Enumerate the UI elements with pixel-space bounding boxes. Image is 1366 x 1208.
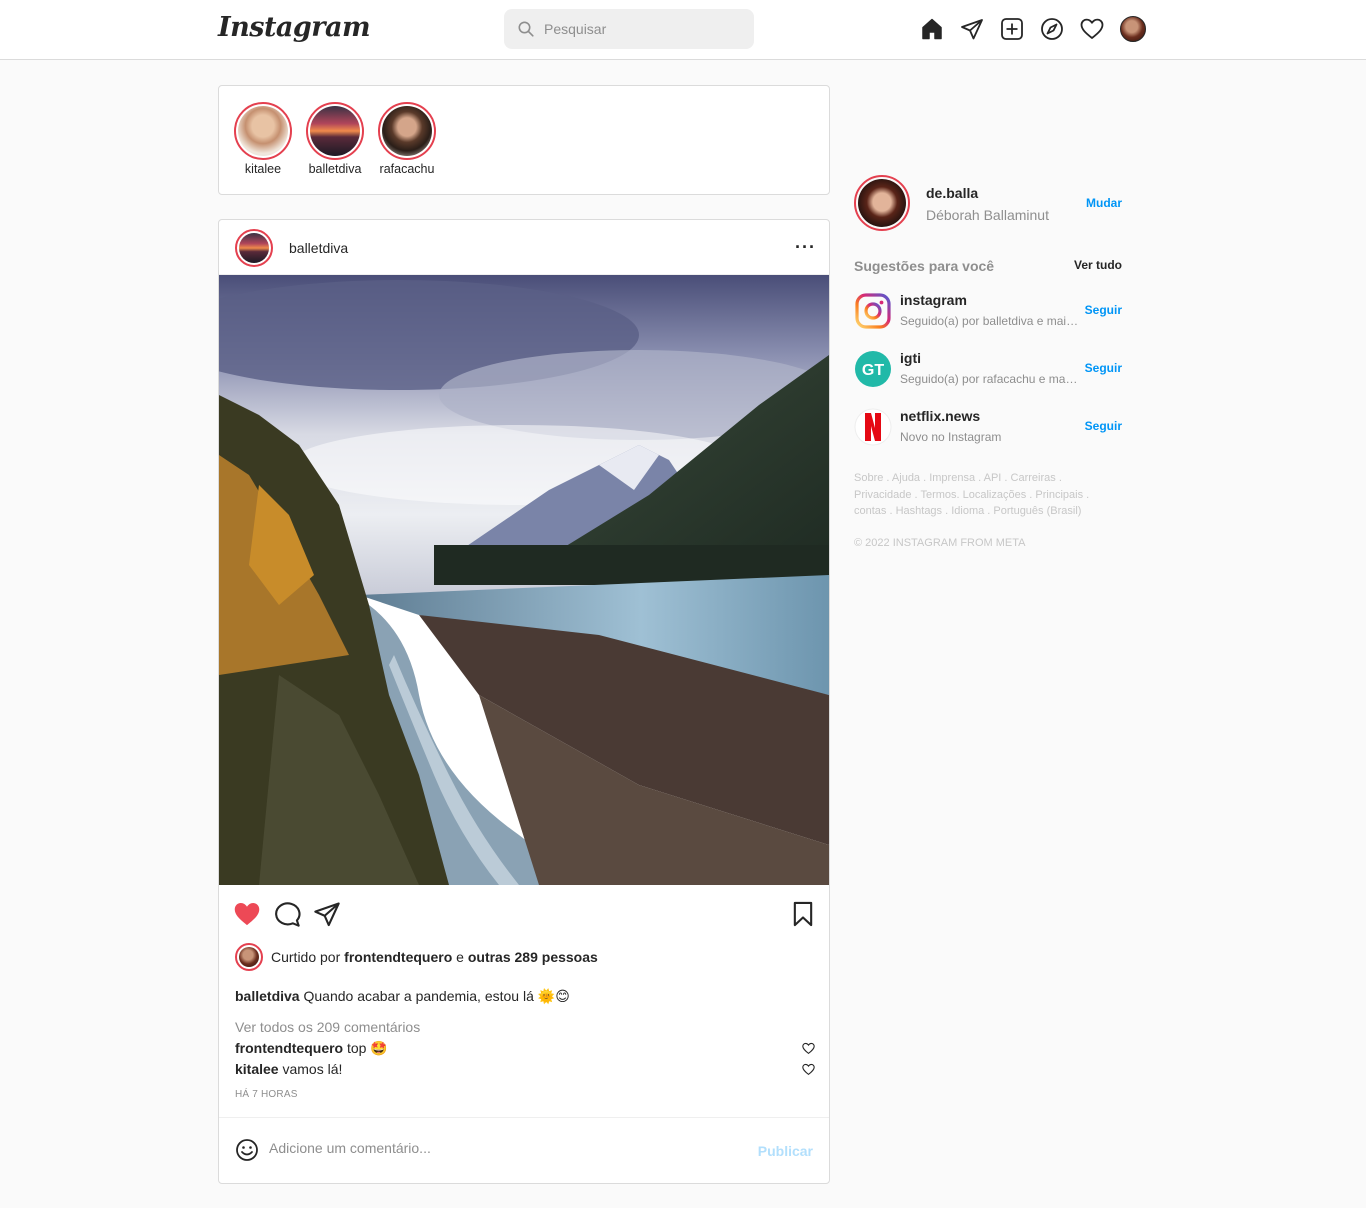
share-icon[interactable] (313, 900, 341, 928)
comment-input[interactable] (269, 1140, 729, 1156)
post-photo[interactable] (219, 275, 829, 885)
feed-post: balletdiva ··· Curtido por frontendteque… (218, 219, 830, 1184)
footer-links[interactable]: Sobre . Ajuda . Imprensa . API . Carreir… (854, 470, 1116, 520)
igti-logo-icon[interactable]: GT (854, 350, 892, 388)
current-user-avatar[interactable] (854, 175, 910, 231)
copyright: © 2022 INSTAGRAM FROM META (854, 536, 1026, 549)
story-username: rafacachu (379, 162, 435, 176)
post-caption: balletdiva Quando acabar a pandemia, est… (235, 988, 570, 1005)
story-username: kitalee (244, 162, 282, 176)
liked-by: Curtido por frontendtequero e outras 289… (235, 943, 598, 971)
save-bookmark-icon[interactable] (789, 900, 817, 928)
post-timestamp[interactable]: HÁ 7 HORAS (235, 1089, 298, 1100)
current-user-fullname: Déborah Ballaminut (926, 207, 1049, 223)
add-comment-bar: Publicar (219, 1117, 829, 1183)
suggestion-item: netflix.news Novo no Instagram Seguir (854, 408, 1122, 466)
caption-username[interactable]: balletdiva (235, 988, 300, 1004)
follow-button[interactable]: Seguir (1085, 361, 1122, 375)
post-header: balletdiva ··· (219, 220, 829, 275)
story-avatar[interactable] (234, 102, 292, 160)
suggestion-subtitle: Seguido(a) por rafacachu e mais... (900, 372, 1080, 386)
story-username: balletdiva (308, 162, 362, 176)
story-item[interactable]: kitalee (233, 102, 293, 176)
search-icon (518, 21, 534, 37)
direct-messages-icon[interactable] (960, 17, 984, 41)
post-actions (233, 900, 817, 928)
new-post-icon[interactable] (1000, 17, 1024, 41)
instagram-logo-icon[interactable] (854, 292, 892, 330)
caption-text: Quando acabar a pandemia, estou lá 🌞😊 (303, 988, 570, 1004)
liked-by-others[interactable]: outras 289 pessoas (468, 949, 598, 965)
top-navigation-bar: Instagram (0, 0, 1366, 60)
post-author-avatar[interactable] (235, 229, 273, 267)
current-user-username[interactable]: de.balla (926, 185, 978, 201)
story-item[interactable]: balletdiva (305, 102, 365, 176)
netflix-logo-icon[interactable] (854, 408, 892, 446)
comment-like-icon[interactable] (802, 1063, 815, 1076)
follow-button[interactable]: Seguir (1085, 303, 1122, 317)
liker-avatar[interactable] (235, 943, 263, 971)
comment-icon[interactable] (273, 900, 301, 928)
suggestion-item: instagram Seguido(a) por balletdiva e ma… (854, 292, 1122, 350)
comment-row: kitalee vamos lá! (235, 1061, 815, 1077)
view-all-comments-link[interactable]: Ver todos os 209 comentários (235, 1019, 420, 1035)
svg-text:GT: GT (862, 362, 884, 379)
suggestions-header: Sugestões para você Ver tudo (854, 258, 1122, 278)
suggestion-username[interactable]: instagram (900, 292, 967, 308)
instagram-logo[interactable]: Instagram (218, 12, 371, 43)
nav-icons (920, 16, 1146, 42)
home-icon[interactable] (920, 17, 944, 41)
comment-row: frontendtequero top 🤩 (235, 1040, 815, 1057)
suggestions-title: Sugestões para você (854, 258, 995, 274)
publish-button[interactable]: Publicar (758, 1143, 813, 1159)
suggestion-subtitle: Novo no Instagram (900, 430, 1002, 444)
comment-text: top 🤩 (347, 1040, 388, 1056)
profile-avatar[interactable] (1120, 16, 1146, 42)
story-avatar[interactable] (306, 102, 364, 160)
suggestion-username[interactable]: igti (900, 350, 921, 366)
liked-by-user[interactable]: frontendtequero (344, 949, 452, 965)
explore-compass-icon[interactable] (1040, 17, 1064, 41)
search-input[interactable] (544, 21, 734, 37)
see-all-link[interactable]: Ver tudo (1074, 258, 1122, 272)
emoji-icon[interactable] (235, 1138, 259, 1162)
activity-heart-icon[interactable] (1080, 17, 1104, 41)
comment-username[interactable]: frontendtequero (235, 1040, 343, 1056)
comment-text: vamos lá! (282, 1061, 343, 1077)
search-box[interactable] (504, 9, 754, 49)
comment-username[interactable]: kitalee (235, 1061, 279, 1077)
story-avatar[interactable] (378, 102, 436, 160)
comment-like-icon[interactable] (802, 1042, 815, 1055)
suggestion-item: GT igti Seguido(a) por rafacachu e mais.… (854, 350, 1122, 408)
follow-button[interactable]: Seguir (1085, 419, 1122, 433)
switch-account-button[interactable]: Mudar (1086, 196, 1122, 210)
more-options-icon[interactable]: ··· (795, 237, 816, 258)
story-item[interactable]: rafacachu (377, 102, 437, 176)
liked-by-prefix: Curtido por (271, 949, 341, 965)
right-sidebar: de.balla Déborah Ballaminut Mudar Sugest… (854, 175, 1122, 549)
current-user: de.balla Déborah Ballaminut Mudar (854, 175, 1122, 231)
stories-tray: kitalee balletdiva rafacachu (218, 85, 830, 195)
suggestion-subtitle: Seguido(a) por balletdiva e mais... (900, 314, 1080, 328)
like-heart-icon[interactable] (233, 900, 261, 928)
post-author-username[interactable]: balletdiva (289, 240, 348, 256)
liked-by-conj: e (456, 949, 464, 965)
suggestion-username[interactable]: netflix.news (900, 408, 980, 424)
